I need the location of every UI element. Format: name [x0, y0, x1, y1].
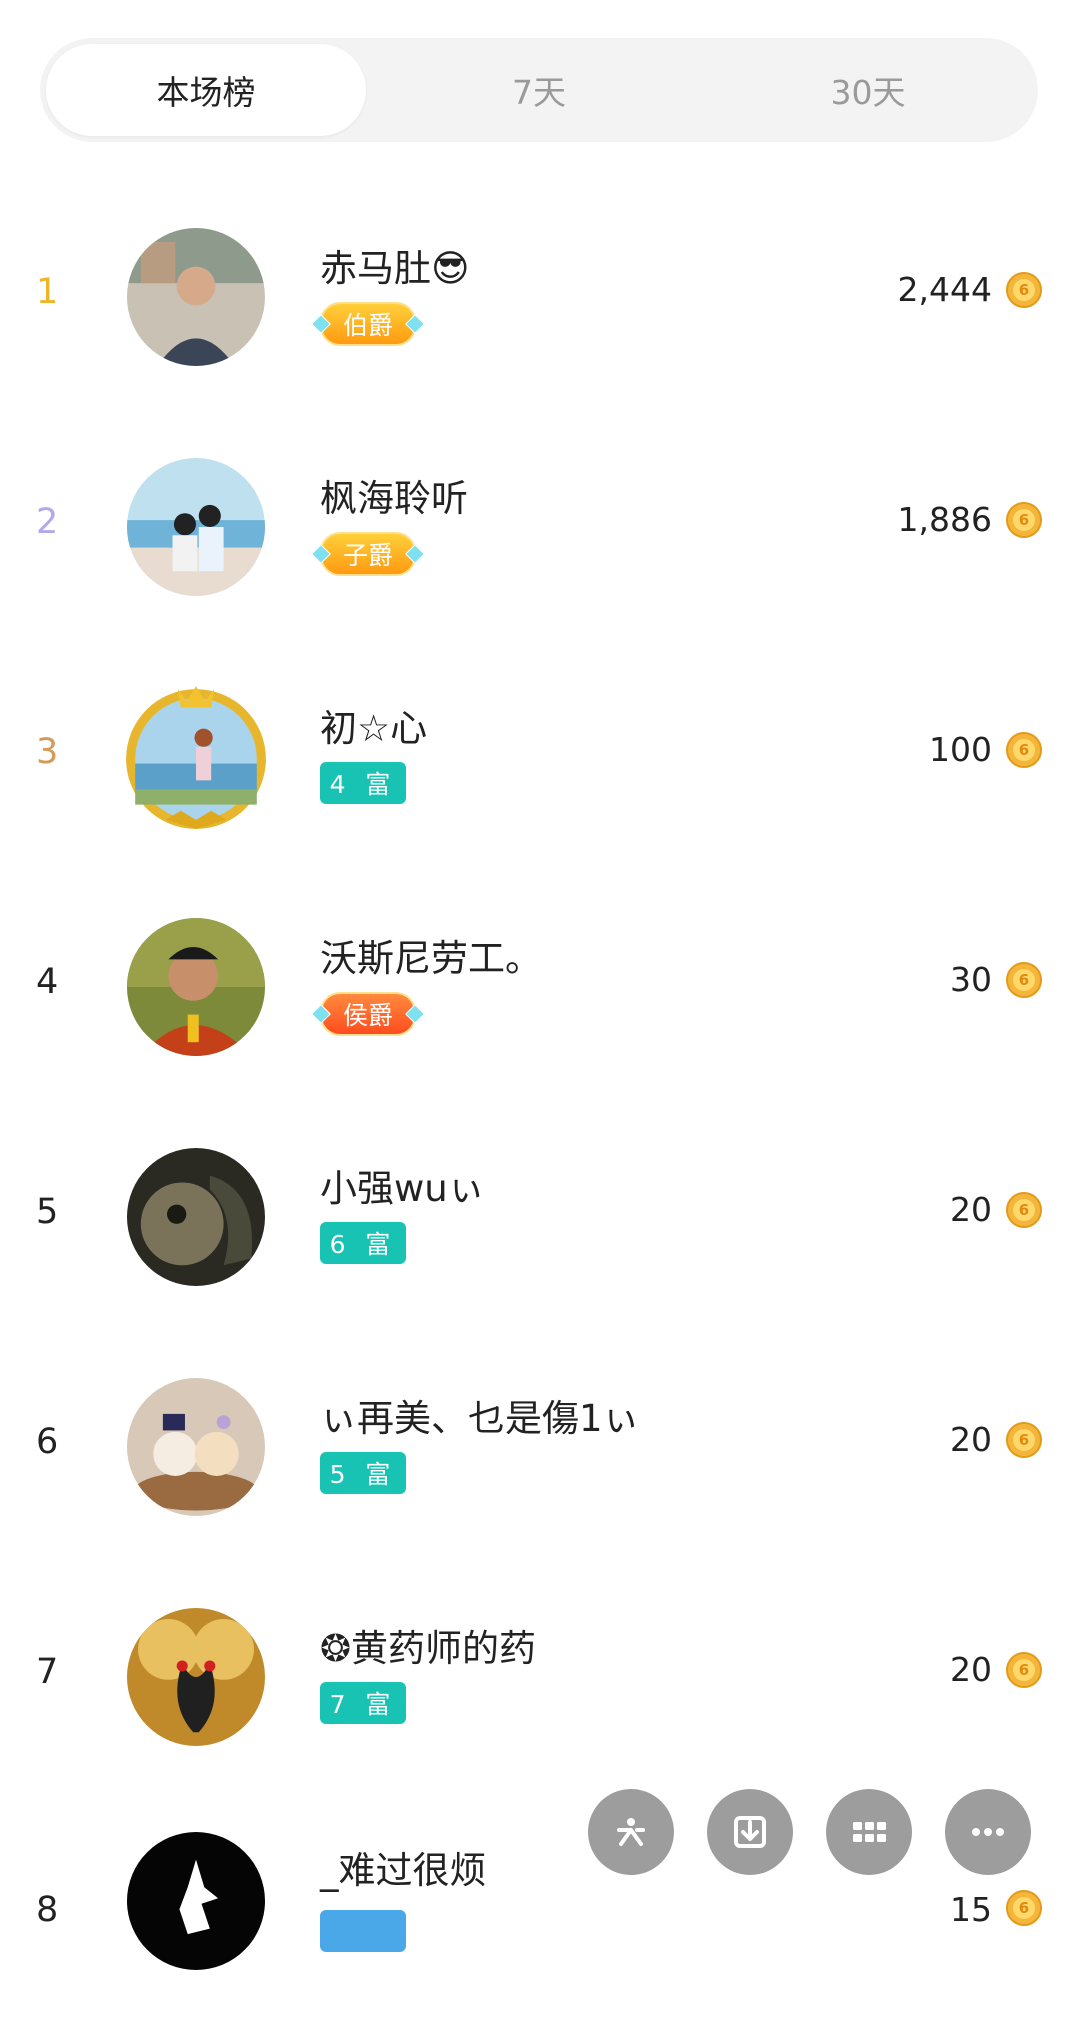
wealth-level-badge: 7 富 [320, 1682, 406, 1724]
user-name: ぃ再美、乜是傷1ぃ [320, 1397, 640, 1440]
noble-badge: 侯爵 [311, 992, 425, 1036]
rank-number: 6 [36, 1422, 59, 1462]
ranking-tabs: 本场榜 7天 30天 [40, 38, 1038, 142]
user-name: ❂黄药师的药 [320, 1627, 537, 1670]
list-item[interactable]: 3 初☆心 4 富 100 6 [0, 640, 1080, 870]
kuaishou-share-icon [617, 1818, 645, 1846]
more-button[interactable] [945, 1789, 1031, 1875]
user-name: 枫海聆听 [320, 477, 468, 520]
list-item[interactable]: 1 赤马肚😎 伯爵 2,444 6 [0, 180, 1080, 410]
download-button[interactable] [707, 1789, 793, 1875]
rank-number: 5 [36, 1192, 59, 1232]
wealth-level-badge: 4 富 [320, 762, 406, 804]
avatar[interactable] [127, 458, 265, 596]
grid-icon [853, 1822, 886, 1842]
list-item[interactable]: 4 沃斯尼劳工。 侯爵 30 6 [0, 870, 1080, 1100]
list-item[interactable]: 2 枫海聆听 子爵 1,886 6 [0, 410, 1080, 640]
avatar[interactable] [127, 1608, 265, 1746]
user-name: _难过很烦 [320, 1849, 487, 1892]
user-name: 初☆心 [320, 707, 428, 750]
avatar[interactable] [127, 1148, 265, 1286]
coin-icon: 6 [1006, 962, 1042, 998]
coin-icon: 6 [1006, 272, 1042, 308]
list-item[interactable]: 8 _难过很烦 15 6 [0, 1790, 1080, 2020]
gift-score: 20 [950, 1420, 992, 1459]
coin-icon: 6 [1006, 1192, 1042, 1228]
gift-score: 30 [950, 960, 992, 999]
rank-number: 4 [36, 962, 59, 1002]
wealth-level-badge [320, 1910, 406, 1952]
rank-number: 1 [36, 272, 59, 312]
avatar[interactable] [127, 1378, 265, 1516]
user-name: 沃斯尼劳工。 [320, 937, 542, 980]
list-item[interactable]: 7 ❂黄药师的药 7 富 20 6 [0, 1560, 1080, 1790]
coin-icon: 6 [1006, 1652, 1042, 1688]
list-item[interactable]: 6 ぃ再美、乜是傷1ぃ 5 富 20 6 [0, 1330, 1080, 1560]
rank-number: 2 [36, 502, 59, 542]
tab-7-days[interactable]: 7天 [379, 44, 699, 136]
noble-badge: 伯爵 [311, 302, 425, 346]
wealth-level-badge: 5 富 [320, 1452, 406, 1494]
share-button[interactable] [588, 1789, 674, 1875]
coin-icon: 6 [1006, 502, 1042, 538]
tab-this-session[interactable]: 本场榜 [46, 44, 366, 136]
rank-number: 7 [36, 1652, 59, 1692]
user-name: 小强wuぃ [320, 1167, 485, 1210]
avatar[interactable] [127, 918, 265, 1056]
rank-number: 8 [36, 1890, 59, 1930]
avatar[interactable] [127, 1832, 265, 1970]
gift-score: 20 [950, 1650, 992, 1689]
gift-score: 2,444 [897, 270, 992, 309]
avatar[interactable] [127, 228, 265, 366]
gift-score: 1,886 [897, 500, 992, 539]
gift-score: 15 [950, 1890, 992, 1929]
coin-icon: 6 [1006, 1890, 1042, 1926]
wealth-level-badge: 6 富 [320, 1222, 406, 1264]
list-item[interactable]: 5 小强wuぃ 6 富 20 6 [0, 1100, 1080, 1330]
gift-score: 20 [950, 1190, 992, 1229]
avatar[interactable] [120, 680, 272, 832]
coin-icon: 6 [1006, 1422, 1042, 1458]
coin-icon: 6 [1006, 732, 1042, 768]
apps-button[interactable] [826, 1789, 912, 1875]
tab-30-days[interactable]: 30天 [708, 44, 1028, 136]
noble-badge: 子爵 [311, 532, 425, 576]
user-name: 赤马肚😎 [320, 247, 470, 290]
more-icon [972, 1828, 1004, 1836]
download-icon [734, 1816, 766, 1848]
rank-number: 3 [36, 732, 59, 772]
gift-score: 100 [929, 730, 992, 769]
